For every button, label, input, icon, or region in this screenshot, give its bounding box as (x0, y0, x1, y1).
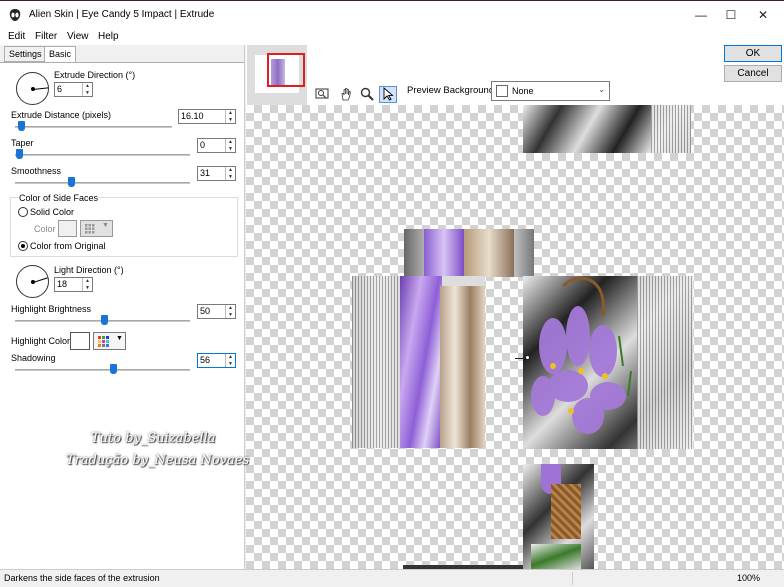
color-grid-icon (85, 224, 95, 234)
extrude-distance-spinner[interactable]: 16.10 ▲ ▼ (178, 109, 236, 124)
ok-button[interactable]: OK (724, 45, 782, 62)
extrude-direction-label: Extrude Direction (°) (54, 70, 136, 80)
preview-background-dropdown[interactable]: None ⌄ (491, 81, 610, 101)
maximize-button[interactable]: ☐ (716, 5, 746, 25)
smoothness-track (15, 182, 190, 184)
light-direction-spinner[interactable]: 18 ▲ ▼ (54, 277, 93, 292)
taper-slider[interactable] (16, 149, 23, 159)
zoom-level: 100% (737, 573, 761, 583)
zoom-icon[interactable] (358, 86, 376, 103)
shadowing-track (15, 369, 190, 371)
taper-label: Taper (11, 138, 34, 148)
highlight-color-swatch[interactable] (70, 332, 90, 350)
title-bar: Alien Skin | Eye Candy 5 Impact | Extrud… (0, 0, 784, 29)
menu-help[interactable]: Help (98, 29, 119, 45)
menu-view[interactable]: View (67, 29, 89, 45)
preview-canvas[interactable] (246, 105, 784, 569)
highlight-brightness-label: Highlight Brightness (11, 304, 92, 314)
extrude-distance-track (15, 126, 172, 128)
spin-down-icon[interactable]: ▼ (83, 90, 92, 97)
status-bar: Darkens the side faces of the extrusion … (0, 569, 784, 587)
tab-settings[interactable]: Settings (4, 46, 47, 62)
spin-down-icon[interactable]: ▼ (226, 312, 235, 319)
menu-bar: Edit Filter View Help (0, 29, 784, 45)
color-label: Color (34, 224, 56, 234)
taper-track (15, 154, 190, 156)
watermark-line-2: Tradução by_Neusa Novaes (66, 453, 250, 468)
light-direction-dial[interactable] (16, 265, 49, 298)
color-from-original-radio[interactable] (18, 241, 28, 251)
tab-basic[interactable]: Basic (44, 46, 77, 63)
extruded-tile-right (523, 276, 693, 449)
close-button[interactable]: ✕ (748, 5, 778, 25)
smoothness-label: Smoothness (11, 166, 62, 176)
side-faces-title: Color of Side Faces (18, 193, 100, 203)
highlight-brightness-slider[interactable] (101, 315, 108, 325)
dropdown-arrow-icon: ▼ (116, 335, 123, 342)
alien-skin-icon (9, 9, 21, 21)
shadowing-label: Shadowing (11, 353, 56, 363)
status-text: Darkens the side faces of the extrusion (4, 573, 160, 583)
extrude-direction-spinner[interactable]: 6 ▲ ▼ (54, 82, 93, 97)
extruded-tile-upper (404, 229, 534, 277)
shadowing-spinner[interactable]: 56 ▲ ▼ (197, 353, 236, 368)
watermark-line-1: Tuto by_Suizabella (91, 431, 216, 446)
extrude-distance-label: Extrude Distance (pixels) (11, 110, 112, 120)
dropdown-arrow-icon: ⌄ (598, 85, 605, 94)
color-grid-icon (98, 336, 109, 347)
spin-down-icon[interactable]: ▼ (226, 146, 235, 153)
menu-filter[interactable]: Filter (35, 29, 57, 45)
navigator-thumbnail[interactable] (247, 45, 307, 105)
spin-down-icon[interactable]: ▼ (226, 174, 235, 181)
cancel-button[interactable]: Cancel (724, 65, 782, 82)
spin-down-icon[interactable]: ▼ (226, 117, 235, 124)
extrude-direction-dial[interactable] (16, 72, 49, 105)
color-from-original-label: Color from Original (30, 241, 106, 251)
extruded-tile-left (352, 276, 485, 448)
highlight-brightness-spinner[interactable]: 50 ▲ ▼ (197, 304, 236, 319)
menu-edit[interactable]: Edit (8, 29, 25, 45)
shadowing-slider[interactable] (110, 364, 117, 374)
highlight-color-label: Highlight Color (11, 336, 71, 346)
side-color-swatch[interactable] (58, 220, 77, 237)
smoothness-spinner[interactable]: 31 ▲ ▼ (197, 166, 236, 181)
preview-area: Preview Background: None ⌄ OK Cancel (246, 45, 784, 569)
control-panel: Settings Basic Extrude Direction (°) 6 ▲… (0, 45, 245, 569)
side-color-picker-button[interactable]: ▼ (80, 220, 113, 237)
smoothness-slider[interactable] (68, 177, 75, 187)
spin-down-icon[interactable]: ▼ (83, 285, 92, 292)
extrude-distance-slider[interactable] (18, 121, 25, 131)
taper-spinner[interactable]: 0 ▲ ▼ (197, 138, 236, 153)
solid-color-label: Solid Color (30, 207, 75, 217)
flower-basket-image (531, 276, 632, 434)
extruded-tile-bottom (523, 464, 594, 569)
minimize-button[interactable]: — (686, 5, 716, 25)
hand-icon[interactable] (337, 86, 355, 103)
preview-background-label: Preview Background: (407, 85, 497, 96)
extruded-tile-top (523, 105, 691, 153)
navigator-icon[interactable] (313, 86, 331, 103)
dropdown-arrow-icon: ▼ (102, 222, 109, 229)
solid-color-radio[interactable] (18, 207, 28, 217)
spin-down-icon[interactable]: ▼ (226, 361, 235, 368)
highlight-color-picker-button[interactable]: ▼ (93, 332, 126, 350)
window-title: Alien Skin | Eye Candy 5 Impact | Extrud… (29, 9, 215, 20)
pointer-icon[interactable] (379, 86, 397, 103)
light-direction-label: Light Direction (°) (54, 265, 124, 275)
